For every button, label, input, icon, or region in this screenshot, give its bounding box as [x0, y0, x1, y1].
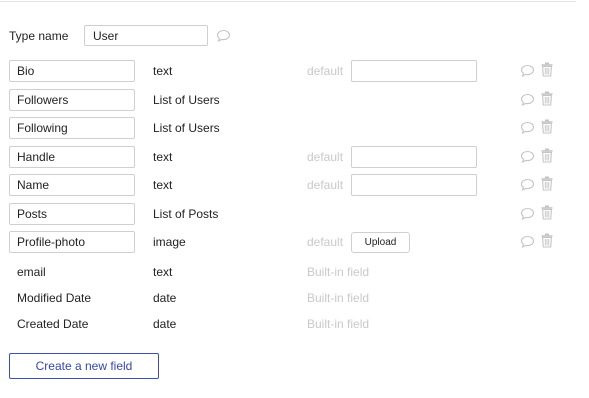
field-name-input[interactable]: [9, 174, 135, 196]
builtin-row-created-date: Created Date date Built-in field: [9, 313, 569, 336]
field-name-input[interactable]: [9, 146, 135, 168]
default-label: default: [307, 178, 344, 192]
builtin-label: Built-in field: [307, 317, 370, 331]
builtin-row-email: email text Built-in field: [9, 261, 569, 284]
comment-icon[interactable]: [520, 121, 535, 135]
field-name-input[interactable]: [9, 60, 135, 82]
comment-icon[interactable]: [216, 29, 231, 43]
field-row-bio: text default: [9, 60, 569, 83]
field-row-followers: List of Users: [9, 89, 569, 112]
field-row-name: text default: [9, 174, 569, 197]
trash-icon[interactable]: [541, 176, 553, 191]
builtin-field-name: Modified Date: [17, 291, 92, 305]
default-label: default: [307, 150, 344, 164]
field-type: List of Posts: [153, 207, 219, 221]
top-divider: [0, 1, 576, 2]
builtin-label: Built-in field: [307, 291, 370, 305]
default-label: default: [307, 64, 344, 78]
type-name-label: Type name: [9, 28, 69, 43]
field-name-input[interactable]: [9, 203, 135, 225]
type-name-row: Type name: [9, 24, 231, 47]
field-name-input[interactable]: [9, 231, 135, 253]
field-type: List of Users: [153, 121, 220, 135]
default-label: default: [307, 235, 344, 249]
builtin-field-name: email: [17, 265, 46, 279]
field-row-following: List of Users: [9, 117, 569, 140]
field-type: text: [153, 150, 173, 164]
field-type: text: [153, 178, 173, 192]
field-row-profile-photo: image default Upload: [9, 231, 569, 254]
default-value-input[interactable]: [351, 174, 477, 196]
comment-icon[interactable]: [520, 178, 535, 192]
field-type: text: [153, 64, 173, 78]
field-type: List of Users: [153, 93, 220, 107]
comment-icon[interactable]: [520, 207, 535, 221]
builtin-label: Built-in field: [307, 265, 370, 279]
field-row-handle: text default: [9, 146, 569, 169]
field-name-input[interactable]: [9, 89, 135, 111]
field-name-input[interactable]: [9, 117, 135, 139]
field-type: date: [153, 291, 177, 305]
field-type: text: [153, 265, 173, 279]
comment-icon[interactable]: [520, 64, 535, 78]
create-new-field-button[interactable]: Create a new field: [9, 353, 159, 379]
trash-icon[interactable]: [541, 62, 553, 77]
trash-icon[interactable]: [541, 119, 553, 134]
default-value-input[interactable]: [351, 146, 477, 168]
comment-icon[interactable]: [520, 150, 535, 164]
comment-icon[interactable]: [520, 235, 535, 249]
field-type: date: [153, 317, 177, 331]
trash-icon[interactable]: [541, 91, 553, 106]
trash-icon[interactable]: [541, 205, 553, 220]
trash-icon[interactable]: [541, 233, 553, 248]
field-row-posts: List of Posts: [9, 203, 569, 226]
builtin-field-name: Created Date: [17, 317, 89, 331]
type-name-input[interactable]: [84, 25, 208, 46]
upload-button[interactable]: Upload: [351, 232, 410, 253]
trash-icon[interactable]: [541, 148, 553, 163]
builtin-row-modified-date: Modified Date date Built-in field: [9, 287, 569, 310]
comment-icon[interactable]: [520, 93, 535, 107]
field-type: image: [153, 235, 186, 249]
default-value-input[interactable]: [351, 60, 477, 82]
